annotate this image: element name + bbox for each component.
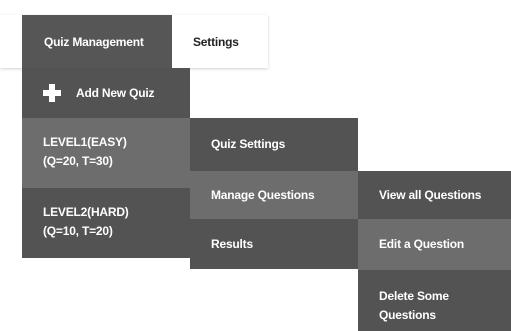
menu-item-level2[interactable]: LEVEL2(HARD) (Q=10, T=20) xyxy=(22,188,190,258)
delete-questions-line2: Questions xyxy=(379,308,436,322)
level1-params: (Q=20, T=30) xyxy=(43,154,113,168)
menu-item-quiz-settings[interactable]: Quiz Settings xyxy=(190,118,358,171)
level1-title: LEVEL1(EASY) xyxy=(43,135,127,149)
tab-quiz-management[interactable]: Quiz Management xyxy=(22,15,172,68)
edit-question-label: Edit a Question xyxy=(379,237,465,251)
menu-item-view-all-questions[interactable]: View all Questions xyxy=(358,171,511,219)
menu-item-edit-question[interactable]: Edit a Question xyxy=(358,219,511,270)
menu-item-results[interactable]: Results xyxy=(190,219,358,269)
menu-item-delete-questions[interactable]: Delete Some Questions xyxy=(358,270,511,331)
tab-settings-label: Settings xyxy=(193,34,239,49)
tab-quiz-management-label: Quiz Management xyxy=(44,34,144,49)
level2-params: (Q=10, T=20) xyxy=(43,224,113,238)
menu-item-level1[interactable]: LEVEL1(EASY) (Q=20, T=30) xyxy=(22,118,190,188)
quiz-settings-label: Quiz Settings xyxy=(211,137,286,151)
add-new-quiz-label: Add New Quiz xyxy=(76,85,155,100)
view-all-questions-label: View all Questions xyxy=(379,187,482,202)
manage-questions-label: Manage Questions xyxy=(211,187,315,202)
tab-settings[interactable]: Settings xyxy=(172,15,268,68)
add-new-quiz-item[interactable]: Add New Quiz xyxy=(22,68,190,118)
menu-item-manage-questions[interactable]: Manage Questions xyxy=(190,171,358,219)
plus-icon xyxy=(43,84,61,102)
level2-title: LEVEL2(HARD) xyxy=(43,205,129,219)
results-label: Results xyxy=(211,236,253,251)
delete-questions-line1: Delete Some xyxy=(379,289,449,303)
